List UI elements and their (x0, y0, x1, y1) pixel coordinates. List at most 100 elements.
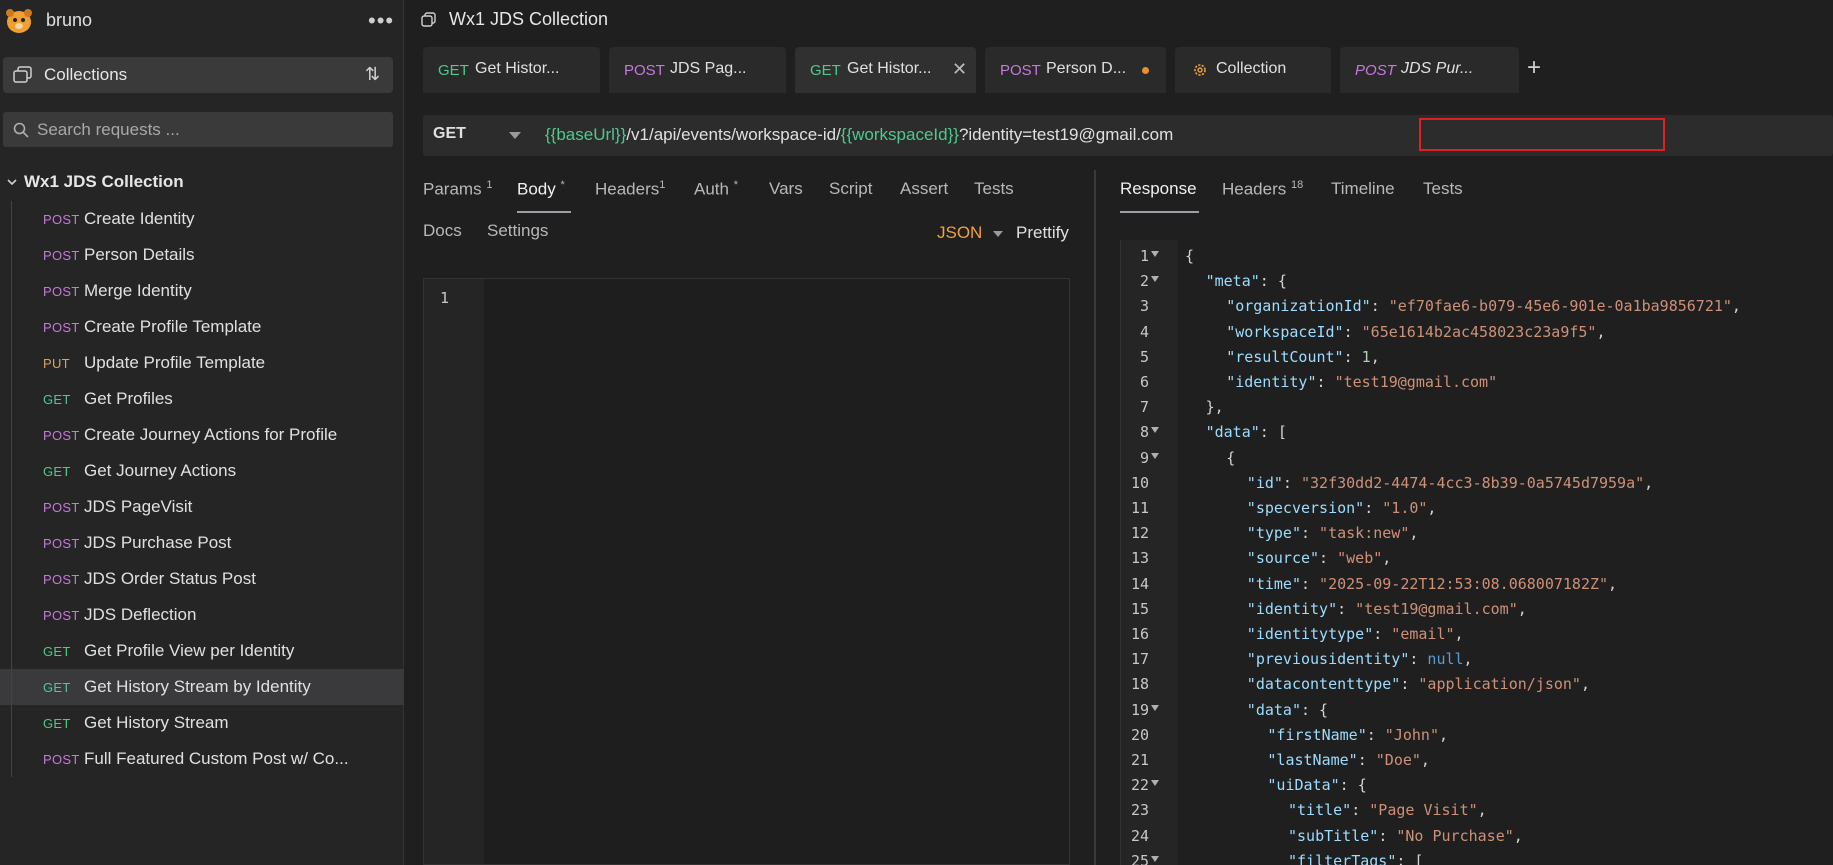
sidebar-request-item[interactable]: POST Merge Identity (0, 273, 404, 309)
close-icon[interactable]: ✕ (952, 59, 967, 80)
tab-script[interactable]: Script (829, 179, 872, 199)
tab-item[interactable]: GET Get Histor... ✕ (795, 47, 976, 93)
caret-down-icon[interactable] (993, 231, 1003, 237)
tab-timeline[interactable]: Timeline (1331, 179, 1395, 199)
sort-icon[interactable]: ⇅ (365, 64, 380, 85)
collections-label: Collections (44, 65, 128, 84)
sidebar-request-item[interactable]: POST JDS Deflection (0, 597, 404, 633)
code-text: "filterTags": [ (1288, 852, 1423, 865)
url-input[interactable]: {{baseUrl}}/v1/api/events/workspace-id/{… (545, 125, 1173, 145)
code-token: : (1351, 801, 1370, 820)
code-token: : { (1339, 776, 1367, 795)
line-number: 7 (1139, 398, 1149, 417)
request-method: PUT (43, 356, 70, 371)
sidebar-request-item[interactable]: GET Get History Stream (0, 705, 404, 741)
line-number: 11 (1130, 499, 1149, 517)
tab-response-headers-label: Headers (1222, 179, 1287, 199)
sidebar-request-item[interactable]: POST JDS Order Status Post (0, 561, 404, 597)
chevron-down-icon[interactable] (6, 176, 18, 188)
tree-guide-line (11, 273, 12, 309)
tab-settings[interactable]: Settings (487, 221, 548, 241)
sidebar-request-item[interactable]: POST Person Details (0, 237, 404, 273)
code-token: , (1596, 322, 1606, 341)
fold-caret-icon[interactable] (1151, 427, 1159, 434)
code-line: 19 "data": { (1121, 701, 1833, 726)
request-method: GET (43, 680, 71, 695)
sidebar-request-item[interactable]: GET Get History Stream by Identity (0, 669, 404, 705)
sidebar-request-item[interactable]: GET Get Profile View per Identity (0, 633, 404, 669)
tab-response[interactable]: Response (1120, 179, 1197, 199)
code-token: "65e1614b2ac458023c23a9f5" (1361, 322, 1597, 341)
request-method: POST (43, 428, 80, 443)
tab-response-tests[interactable]: Tests (1423, 179, 1463, 199)
tab-method: POST (1355, 62, 1396, 79)
search-box[interactable] (3, 112, 393, 147)
code-token: 1 (1361, 347, 1371, 366)
code-token: "title" (1288, 801, 1352, 820)
fold-caret-icon[interactable] (1151, 780, 1159, 787)
tab-body[interactable]: Body * (517, 179, 565, 200)
tab-item[interactable]: Collection (1175, 47, 1331, 93)
collection-root[interactable]: Wx1 JDS Collection (0, 170, 404, 196)
tab-params-label: Params (423, 179, 482, 199)
fold-caret-icon[interactable] (1151, 704, 1159, 711)
code-line: 18 "datacontenttype": "application/json", (1121, 675, 1833, 700)
request-name: JDS Order Status Post (84, 569, 256, 588)
code-token: , (1420, 751, 1430, 769)
prettify-button[interactable]: Prettify (1016, 223, 1069, 243)
code-token: "No Purchase" (1396, 826, 1514, 845)
response-viewer[interactable]: 1{2 "meta": {3 "organizationId": "ef70fae6… (1120, 240, 1833, 865)
tab-auth[interactable]: Auth * (694, 179, 738, 200)
fold-caret-icon[interactable] (1151, 452, 1159, 459)
code-text: "uiData": { (1267, 776, 1366, 794)
tab-tests[interactable]: Tests (974, 179, 1014, 199)
tab-item[interactable]: POST JDS Pur... (1340, 47, 1519, 93)
line-number: 19 (1130, 700, 1149, 719)
fold-caret-icon[interactable] (1151, 855, 1159, 862)
fold-caret-icon[interactable] (1151, 276, 1159, 283)
tab-vars[interactable]: Vars (769, 179, 803, 199)
add-tab-button[interactable]: + (1527, 54, 1541, 82)
sidebar-request-item[interactable]: POST Create Identity (0, 201, 404, 237)
sidebar-request-item[interactable]: POST Create Journey Actions for Profile (0, 417, 404, 453)
body-editor[interactable]: 1 (423, 278, 1070, 865)
request-name: Create Journey Actions for Profile (84, 425, 338, 444)
code-line: 9{ (1121, 449, 1833, 474)
code-line: 13 "source": "web", (1121, 549, 1833, 574)
sidebar-request-item[interactable]: POST JDS Purchase Post (0, 525, 404, 561)
line-number: 22 (1130, 776, 1149, 795)
line-number: 10 (1130, 473, 1149, 492)
tab-assert[interactable]: Assert (900, 179, 948, 199)
pane-divider[interactable] (1094, 170, 1096, 865)
more-options-icon[interactable]: ••• (368, 8, 394, 34)
tab-headers[interactable]: Headers1 (595, 179, 665, 200)
code-line: 25 "filterTags": [ (1121, 852, 1833, 865)
body-mode-select[interactable]: JSON (937, 223, 982, 243)
tab-params[interactable]: Params 1 (423, 179, 492, 200)
code-line: 16 "identitytype": "email", (1121, 625, 1833, 650)
method-select[interactable]: GET (433, 125, 466, 143)
collections-header[interactable]: Collections ⇅ (3, 57, 393, 93)
sidebar-request-item[interactable]: PUT Update Profile Template (0, 345, 404, 381)
code-token: : (1300, 574, 1320, 593)
code-text: "subTitle": "No Purchase", (1288, 827, 1523, 845)
sidebar-request-item[interactable]: POST Create Profile Template (0, 309, 404, 345)
sidebar-request-item[interactable]: POST JDS PageVisit (0, 489, 404, 525)
sidebar-request-item[interactable]: POST Full Featured Custom Post w/ Co... (0, 741, 404, 777)
code-line: 23 "title": "Page Visit", (1121, 801, 1833, 826)
tab-item[interactable]: POST Person D... (985, 47, 1166, 93)
code-token: "filterTags" (1288, 851, 1397, 865)
sidebar-request-item[interactable]: GET Get Profiles (0, 381, 404, 417)
caret-down-icon[interactable] (509, 132, 521, 139)
tab-item[interactable]: POST JDS Pag... (609, 47, 786, 93)
url-bar[interactable]: GET {{baseUrl}}/v1/api/events/workspace-… (423, 115, 1833, 156)
code-text: "organizationId": "ef70fae6-b079-45e6-90… (1226, 297, 1741, 315)
tab-docs[interactable]: Docs (423, 221, 462, 241)
code-line: 3 "organizationId": "ef70fae6-b079-45e6-9… (1121, 297, 1833, 322)
tab-response-headers[interactable]: Headers 18 (1222, 179, 1303, 200)
search-input[interactable] (37, 112, 387, 147)
tab-item[interactable]: GET Get Histor... (423, 47, 600, 93)
fold-caret-icon[interactable] (1151, 251, 1159, 257)
sidebar-request-item[interactable]: GET Get Journey Actions (0, 453, 404, 489)
tree-guide-line (11, 525, 12, 561)
